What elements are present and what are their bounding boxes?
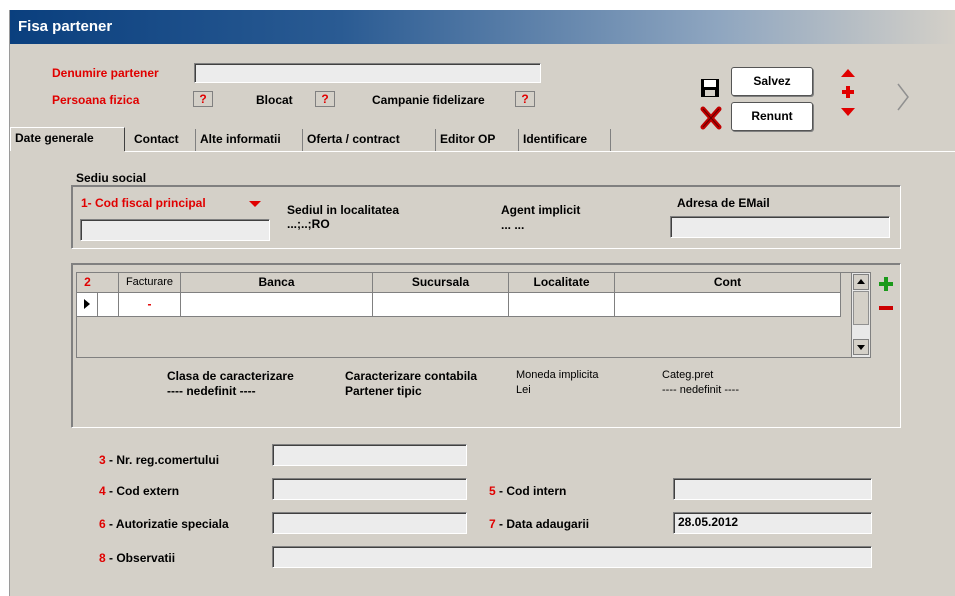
grid-number: 2: [77, 273, 98, 293]
title-bar: Fisa partener: [10, 10, 955, 44]
banca-grid: 2 Facturare Banca Sucursala Localitate C…: [76, 272, 871, 358]
agent-label: Agent implicit: [501, 203, 581, 217]
observatii-input[interactable]: [272, 546, 872, 568]
nr-reg-num: 3: [99, 453, 106, 467]
contabila-value: Partener tipic: [345, 384, 422, 398]
categ-value: ---- nedefinit ----: [662, 384, 740, 396]
blocat-label: Blocat: [256, 93, 293, 107]
sediu-title: Sediu social: [76, 171, 147, 185]
clasa-value: ---- nedefinit ----: [167, 384, 256, 398]
cod-fiscal-input[interactable]: [80, 219, 270, 241]
chevron-right-icon[interactable]: [896, 82, 910, 112]
scroll-down-icon: [857, 345, 865, 350]
nr-reg-input[interactable]: [272, 444, 467, 466]
grid-corner: [98, 273, 119, 293]
autorizatie-input[interactable]: [272, 512, 467, 534]
cod-intern-label: 5 - Cod intern: [489, 484, 566, 498]
cod-extern-text: - Cod extern: [105, 484, 180, 498]
cod-intern-num: 5: [489, 484, 496, 498]
grid-col-cont[interactable]: Cont: [615, 273, 841, 293]
grid-cell-localitate[interactable]: [509, 293, 615, 317]
partner-window: Fisa partener Denumire partener Persoana…: [9, 10, 955, 596]
scroll-up-icon: [857, 279, 865, 284]
save-button[interactable]: Salvez: [731, 67, 813, 96]
cod-intern-input[interactable]: [673, 478, 872, 500]
grid-cell-facturare[interactable]: -: [119, 293, 181, 317]
arrow-down-icon[interactable]: [840, 107, 856, 117]
localitate-value: ...;..;RO: [287, 217, 330, 231]
denumire-input[interactable]: [194, 63, 541, 83]
autorizatie-text: - Autorizatie speciala: [105, 517, 229, 531]
cancel-button[interactable]: Renunt: [731, 102, 813, 131]
scroll-down-button[interactable]: [853, 339, 869, 355]
moneda-value: Lei: [516, 384, 531, 396]
add-row-icon[interactable]: [878, 276, 894, 292]
floppy-disk-icon: [701, 79, 719, 97]
persoana-fizica-toggle[interactable]: ?: [193, 91, 213, 107]
grid-cell[interactable]: [98, 293, 119, 317]
dropdown-arrow-icon[interactable]: [248, 200, 262, 208]
tab-editor-op[interactable]: Editor OP: [436, 129, 519, 151]
cod-extern-num: 4: [99, 484, 106, 498]
grid-col-localitate[interactable]: Localitate: [509, 273, 615, 293]
campanie-label: Campanie fidelizare: [372, 93, 485, 107]
data-adaugarii-num: 7: [489, 517, 496, 531]
localitate-label: Sediul in localitatea: [287, 203, 400, 217]
cancel-label: Renunt: [751, 109, 793, 123]
data-adaugarii-text: - Data adaugarii: [495, 517, 590, 531]
grid-cell-banca[interactable]: [181, 293, 373, 317]
tab-alte-informatii[interactable]: Alte informatii: [196, 129, 303, 151]
autorizatie-num: 6: [99, 517, 106, 531]
categ-label: Categ.pret: [662, 369, 714, 381]
scroll-thumb[interactable]: [853, 291, 869, 325]
grid-scrollbar[interactable]: [851, 273, 870, 357]
grid-col-sucursala[interactable]: Sucursala: [373, 273, 509, 293]
cod-intern-text: - Cod intern: [495, 484, 567, 498]
arrow-up-icon[interactable]: [840, 68, 856, 78]
observatii-text: - Observatii: [105, 551, 176, 565]
cod-extern-label: 4 - Cod extern: [99, 484, 179, 498]
row-indicator[interactable]: [77, 293, 98, 317]
close-icon: [700, 106, 722, 130]
campanie-toggle[interactable]: ?: [515, 91, 535, 107]
tab-oferta-contract[interactable]: Oferta / contract: [303, 129, 436, 151]
observatii-num: 8: [99, 551, 106, 565]
blocat-toggle[interactable]: ?: [315, 91, 335, 107]
data-adaugarii-input[interactable]: 28.05.2012: [673, 512, 872, 534]
tab-divider: [125, 151, 955, 152]
grid-cell-cont[interactable]: [615, 293, 841, 317]
clasa-label: Clasa de caracterizare: [167, 369, 294, 383]
grid-col-banca[interactable]: Banca: [181, 273, 373, 293]
email-label: Adresa de EMail: [677, 196, 770, 210]
row-pointer-icon: [84, 299, 90, 309]
moneda-label: Moneda implicita: [516, 369, 599, 381]
observatii-label: 8 - Observatii: [99, 551, 175, 565]
nr-reg-label: 3 - Nr. reg.comertului: [99, 453, 219, 467]
tab-date-generale[interactable]: Date generale: [10, 127, 125, 151]
contabila-label: Caracterizare contabila: [345, 369, 478, 383]
nr-reg-text: - Nr. reg.comertului: [105, 453, 220, 467]
scroll-up-button[interactable]: [853, 274, 869, 290]
data-adaugarii-label: 7 - Data adaugarii: [489, 517, 589, 531]
cod-extern-input[interactable]: [272, 478, 467, 500]
tab-bar: Date generale Contact Alte informatii Of…: [10, 127, 955, 153]
tab-identificare[interactable]: Identificare: [519, 129, 611, 151]
window-title: Fisa partener: [18, 18, 113, 35]
tab-contact[interactable]: Contact: [130, 129, 196, 151]
grid-col-facturare[interactable]: Facturare: [119, 273, 181, 293]
persoana-fizica-label: Persoana fizica: [52, 93, 140, 107]
data-adaugarii-value: 28.05.2012: [678, 515, 739, 529]
denumire-label-text: Denumire partener: [52, 66, 159, 80]
autorizatie-label: 6 - Autorizatie speciala: [99, 517, 229, 531]
denumire-label: Denumire partener: [52, 66, 159, 80]
email-input[interactable]: [670, 216, 890, 238]
remove-row-icon[interactable]: [878, 305, 894, 311]
plus-icon[interactable]: [841, 85, 855, 99]
cod-fiscal-label: 1- Cod fiscal principal: [81, 196, 206, 210]
agent-value: ... ...: [501, 218, 525, 232]
save-label: Salvez: [753, 74, 791, 88]
grid-cell-sucursala[interactable]: [373, 293, 509, 317]
